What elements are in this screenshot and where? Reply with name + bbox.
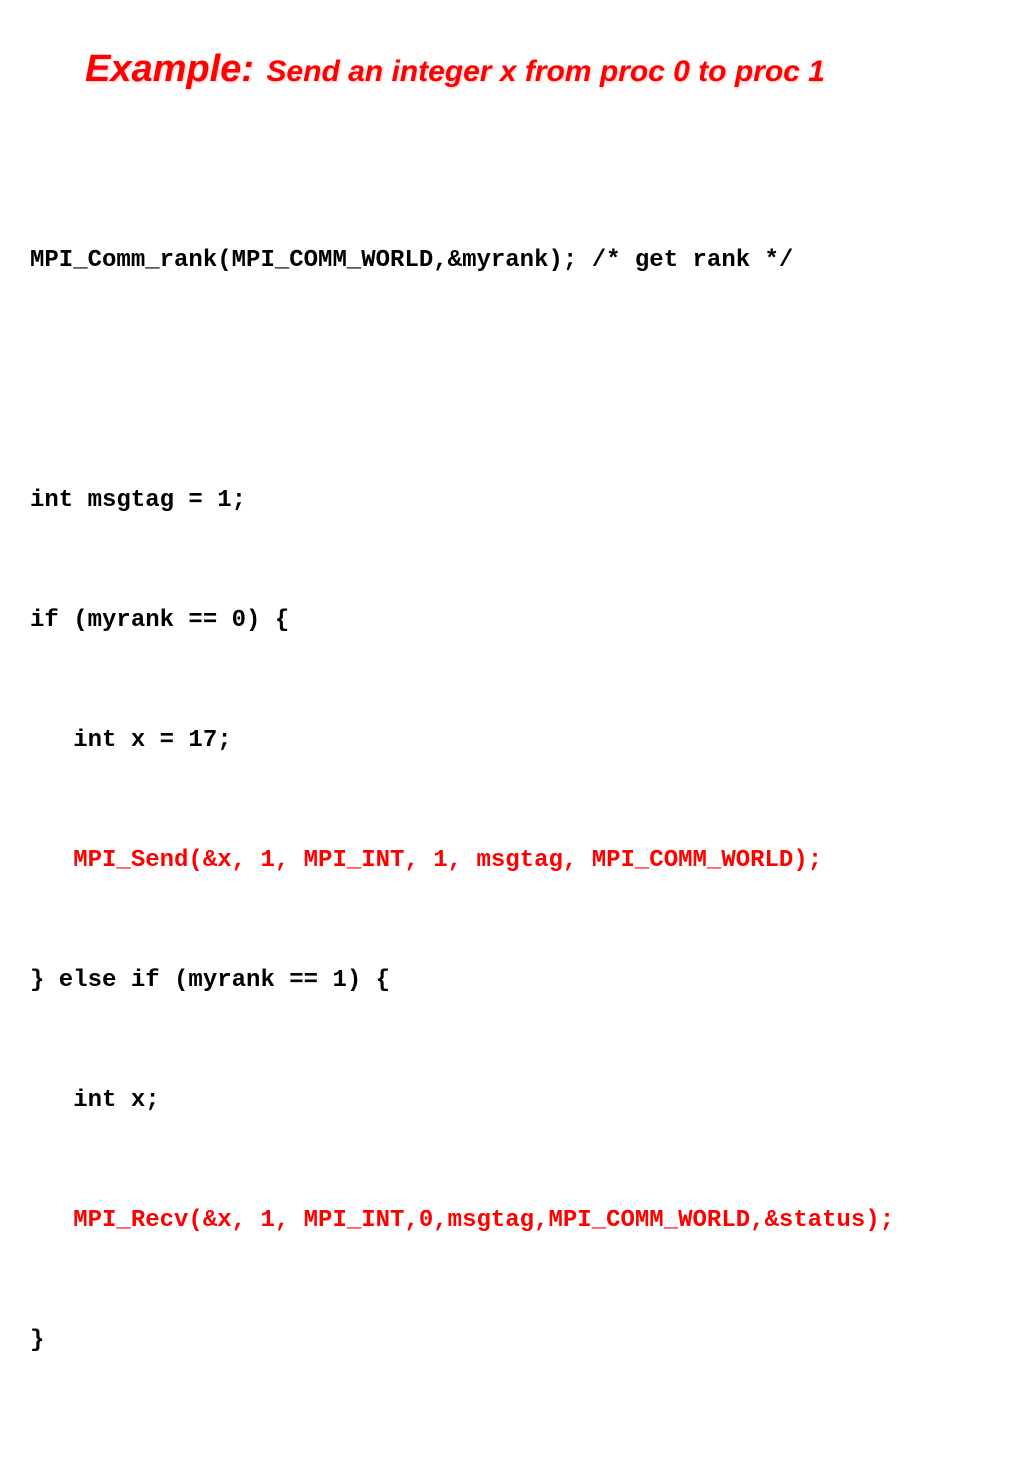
slide: Example: Send an integer x from proc 0 t…: [0, 0, 1024, 1471]
code-line-6: } else if (myrank == 1) {: [30, 961, 994, 1001]
slide-title: Example: Send an integer x from proc 0 t…: [85, 48, 994, 91]
title-label: Example:: [85, 48, 254, 90]
code-line-7: int x;: [30, 1081, 994, 1121]
title-desc: Send an integer x from proc 0 to proc 1: [266, 55, 824, 88]
code-line-8: MPI_Recv(&x, 1, MPI_INT,0,msgtag,MPI_COM…: [30, 1201, 994, 1241]
code-block: MPI_Comm_rank(MPI_COMM_WORLD,&myrank); /…: [30, 161, 994, 1441]
code-line-9: }: [30, 1321, 994, 1361]
code-line-4: int x = 17;: [30, 721, 994, 761]
code-line-5: MPI_Send(&x, 1, MPI_INT, 1, msgtag, MPI_…: [30, 841, 994, 881]
blank-line: [30, 361, 994, 401]
code-line-2: int msgtag = 1;: [30, 481, 994, 521]
code-line-3: if (myrank == 0) {: [30, 601, 994, 641]
code-line-1: MPI_Comm_rank(MPI_COMM_WORLD,&myrank); /…: [30, 241, 994, 281]
